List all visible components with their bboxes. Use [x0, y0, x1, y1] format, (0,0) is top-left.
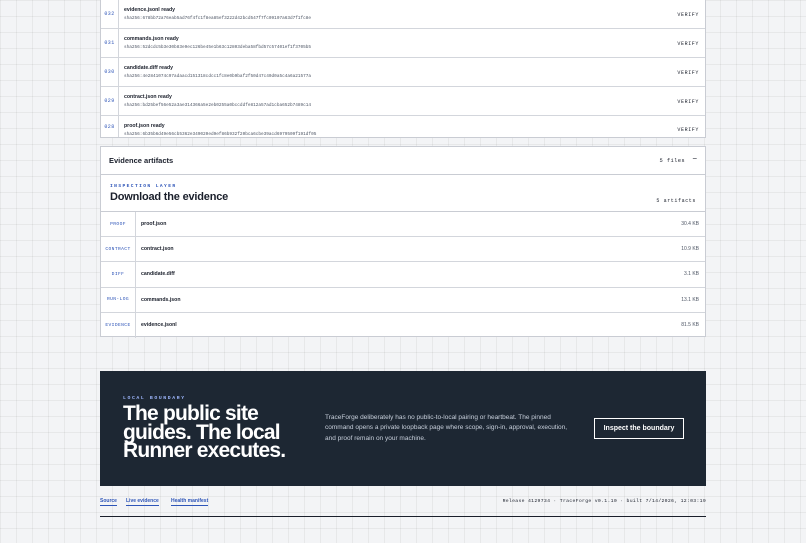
artifact-size: 13.1 KB: [681, 296, 699, 303]
artifact-kind: DIFF: [101, 262, 136, 287]
inspection-kicker: INSPECTION LAYER: [110, 184, 177, 189]
verify-button[interactable]: VERIFY: [677, 127, 699, 133]
event-title: evidence.jsonl ready: [124, 7, 176, 13]
inspection-title: Download the evidence: [110, 191, 229, 203]
inspection-header: INSPECTION LAYER Download the evidence 5…: [101, 175, 705, 212]
local-boundary-section: LOCAL BOUNDARY The public site guides. T…: [100, 371, 706, 486]
artifact-name[interactable]: candidate.diff: [136, 262, 175, 286]
release-info: Release 4129734 · TraceForge v0.1.10 · b…: [502, 499, 706, 504]
artifact-row[interactable]: RUN-LOG commands.json 13.1 KB: [101, 287, 705, 313]
artifacts-count: 5 artifacts: [656, 198, 696, 204]
artifact-row[interactable]: DIFF candidate.diff 3.1 KB: [101, 262, 705, 288]
panel-header[interactable]: Evidence artifacts 5 files −: [101, 147, 705, 175]
event-title: commands.json ready: [124, 36, 179, 42]
event-hash: sha256:bd25bef56e52a3ae314366a5e2eb0255a…: [124, 103, 312, 108]
boundary-title: The public site guides. The local Runner…: [123, 403, 286, 462]
artifact-row[interactable]: CONTRACT contract.json 10.9 KB: [101, 237, 705, 263]
artifact-name[interactable]: evidence.jsonl: [136, 313, 177, 338]
event-title: contract.json ready: [124, 94, 172, 100]
artifact-size: 3.1 KB: [683, 271, 699, 278]
artifact-size: 81.5 KB: [681, 321, 699, 328]
event-row: 031 commands.json ready sha256:52dcdc5b3…: [101, 29, 705, 58]
event-hash: sha256:6b35b6d49e56cb5362e349020ed9ef86b…: [124, 132, 317, 137]
inspect-boundary-button[interactable]: Inspect the boundary: [594, 418, 684, 439]
footer: Source Live evidence Health manifest Rel…: [100, 497, 706, 517]
boundary-description: TraceForge deliberately has no public-to…: [325, 414, 568, 442]
event-hash: sha256:4e2841074c97adaacd151318cdcc1fc8e…: [124, 74, 312, 79]
footer-link-live-evidence[interactable]: Live evidence: [126, 498, 159, 506]
panel-title: Evidence artifacts: [109, 156, 174, 165]
event-title: candidate.diff ready: [124, 65, 174, 71]
files-count: 5 files: [659, 158, 685, 164]
verify-button[interactable]: VERIFY: [677, 41, 699, 47]
event-title: proof.json ready: [124, 123, 165, 129]
footer-link-source[interactable]: Source: [100, 498, 117, 506]
event-row: 030 candidate.diff ready sha256:4e284107…: [101, 58, 705, 87]
artifact-kind: EVIDENCE: [101, 312, 136, 338]
artifact-row[interactable]: EVIDENCE evidence.jsonl 81.5 KB: [101, 312, 705, 338]
event-number: 032: [101, 0, 119, 28]
verify-button[interactable]: VERIFY: [677, 99, 699, 105]
event-number: 030: [101, 58, 119, 86]
event-number: 028: [101, 116, 119, 137]
boundary-kicker: LOCAL BOUNDARY: [123, 396, 186, 401]
event-number: 031: [101, 29, 119, 57]
event-row: 028 proof.json ready sha256:6b35b6d49e56…: [101, 116, 705, 137]
artifact-name[interactable]: proof.json: [136, 212, 166, 236]
artifact-size: 10.9 KB: [681, 246, 699, 253]
artifact-name[interactable]: contract.json: [136, 237, 174, 261]
verify-button[interactable]: VERIFY: [677, 70, 699, 76]
artifact-row[interactable]: PROOF proof.json 30.4 KB: [101, 212, 705, 238]
event-hash: sha256:678bb72a76eab5ad76f4fc1f8ea85ef32…: [124, 16, 312, 21]
artifact-size: 30.4 KB: [681, 221, 699, 227]
verify-button[interactable]: VERIFY: [677, 12, 699, 18]
event-row: 029 contract.json ready sha256:bd25bef56…: [101, 87, 705, 116]
boundary-title-line: Runner executes.: [123, 439, 286, 462]
artifact-kind: CONTRACT: [101, 237, 136, 262]
event-row: 032 evidence.jsonl ready sha256:678bb72a…: [101, 0, 705, 29]
artifact-name[interactable]: commands.json: [136, 288, 181, 312]
footer-link-health-manifest[interactable]: Health manifest: [171, 498, 209, 506]
artifact-kind: PROOF: [101, 212, 136, 237]
event-number: 029: [101, 87, 119, 115]
evidence-artifacts-panel: Evidence artifacts 5 files − INSPECTION …: [100, 146, 706, 338]
event-list: 032 evidence.jsonl ready sha256:678bb72a…: [100, 0, 706, 138]
artifact-kind: RUN-LOG: [101, 287, 136, 312]
collapse-icon[interactable]: −: [692, 155, 697, 163]
event-hash: sha256:52dcdc5b3e30b83e9ec126be45e1b63c1…: [124, 45, 312, 50]
